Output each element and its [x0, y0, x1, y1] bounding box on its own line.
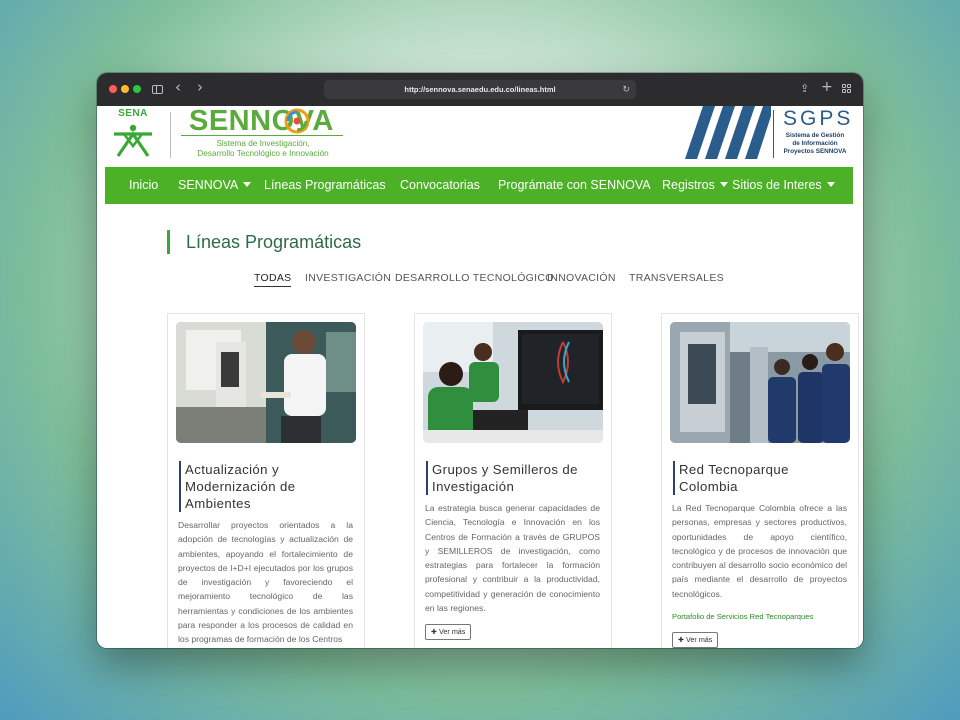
plus-icon: ✚ [678, 635, 687, 644]
new-tab-icon[interactable]: + [821, 80, 833, 94]
nav-item-label: Inicio [129, 178, 159, 192]
sgps-subtitle-line-1: Sistema de Gestión [785, 132, 845, 139]
nav-item-label: SENNOVA [178, 178, 239, 192]
card-title-line-2: Colombia [679, 479, 738, 494]
card-photo-tecnoparque [670, 322, 850, 443]
sena-wordmark: SENA [118, 108, 148, 119]
filter-transversales[interactable]: TRANSVERSALES [629, 272, 724, 284]
filter-todas[interactable]: TODAS [254, 272, 292, 287]
ver-mas-button[interactable]: ✚ Ver más [425, 624, 472, 640]
nav-item-label: Convocatorias [400, 178, 480, 192]
card-actualizacion: Actualización y Modernización de Ambient… [167, 313, 365, 648]
portafolio-link[interactable]: Portafolio de Servicios Red Tecnoparques [672, 612, 813, 621]
card-title-accent [426, 461, 428, 495]
sennova-swirl-icon [284, 108, 310, 134]
ver-mas-label: Ver más [439, 627, 466, 636]
sennova-subtitle-line-2: Desarrollo Tecnológico e Innovación [197, 149, 329, 158]
nav-item-sennova[interactable]: SENNOVA [178, 167, 252, 204]
nav-item-programate[interactable]: Prográmate con SENNOVA [498, 167, 651, 204]
filter-innovacion[interactable]: INNOVACIÓN [547, 272, 616, 284]
caret-down-icon [719, 182, 728, 188]
sidebar-toggle-icon[interactable] [152, 85, 163, 94]
main-navigation: Inicio SENNOVA Líneas Programáticas Conv… [105, 167, 853, 204]
card-description: La estrategia busca generar capacidades … [425, 503, 600, 614]
card-title-line-1: Actualización y [185, 462, 279, 477]
nav-item-label: Registros [662, 178, 715, 192]
students-photo [423, 322, 603, 443]
sennova-subtitle: Sistema de Investigación, Desarrollo Tec… [188, 139, 338, 159]
nav-item-label: Sitios de Interes [732, 178, 822, 192]
zoom-window-button[interactable] [133, 85, 141, 93]
card-title-accent [673, 461, 675, 495]
caret-down-icon [826, 182, 835, 188]
card-grupos-semilleros: Grupos y Semilleros de Investigación La … [414, 313, 612, 648]
share-icon[interactable]: ⇪ [800, 83, 809, 95]
card-red-tecnoparque: Red Tecnoparque Colombia La Red Tecnopar… [661, 313, 859, 648]
nav-item-label: Líneas Programáticas [264, 178, 386, 192]
card-title-line-1: Red Tecnoparque [679, 462, 789, 477]
nav-item-sitios-de-interes[interactable]: Sitios de Interes [732, 167, 835, 204]
sgps-title: SGPS [783, 107, 854, 130]
card-title-line-2: Modernización de [185, 479, 296, 494]
reload-icon[interactable]: ↻ [622, 84, 630, 95]
filter-investigacion[interactable]: INVESTIGACIÓN [305, 272, 391, 284]
header-divider [170, 112, 171, 158]
url-text: http://sennova.senaedu.edu.co/lineas.htm… [404, 85, 556, 94]
card-description: La Red Tecnoparque Colombia ofrece a las… [672, 503, 847, 599]
card-title-line-1: Grupos y Semilleros de [432, 462, 578, 477]
lab-photo [176, 322, 356, 443]
address-bar[interactable]: http://sennova.senaedu.edu.co/lineas.htm… [324, 80, 636, 99]
close-window-button[interactable] [109, 85, 117, 93]
nav-item-label: Prográmate con SENNOVA [498, 178, 651, 192]
plus-icon: ✚ [431, 627, 440, 636]
tab-overview-icon[interactable] [842, 84, 851, 93]
sennova-rule [181, 135, 343, 136]
page-title: Líneas Programáticas [186, 232, 362, 252]
section-title-accent [167, 230, 170, 254]
card-title-line-3: Ambientes [185, 496, 251, 511]
nav-item-lineas-programaticas[interactable]: Líneas Programáticas [264, 167, 386, 204]
sgps-stripes-logo [685, 106, 771, 159]
browser-window: ‹ › http://sennova.senaedu.edu.co/lineas… [97, 73, 863, 648]
back-arrow-icon[interactable]: ‹ [175, 80, 181, 95]
browser-titlebar: ‹ › http://sennova.senaedu.edu.co/lineas… [97, 73, 863, 106]
filter-desarrollo-tecnologico[interactable]: DESARROLLO TECNOLÓGICO [395, 272, 554, 284]
caret-down-icon [243, 182, 252, 188]
forward-arrow-icon[interactable]: › [197, 80, 203, 95]
card-title-line-2: Investigación [432, 479, 515, 494]
nav-item-registros[interactable]: Registros [662, 167, 728, 204]
minimize-window-button[interactable] [121, 85, 129, 93]
card-title: Grupos y Semilleros de Investigación [432, 461, 578, 495]
nav-item-convocatorias[interactable]: Convocatorias [400, 167, 480, 204]
sgps-divider [773, 110, 774, 158]
sennova-subtitle-line-1: Sistema de Investigación, [216, 139, 310, 148]
sgps-subtitle-line-3: Proyectos SENNOVA [783, 148, 847, 155]
card-photo-lab [176, 322, 356, 443]
sena-logo[interactable]: SENA [106, 108, 160, 158]
card-photo-students [423, 322, 603, 443]
card-description: Desarrollar proyectos orientados a la ad… [178, 520, 353, 645]
ver-mas-label: Ver más [686, 635, 713, 644]
card-title: Actualización y Modernización de Ambient… [185, 461, 296, 512]
card-title-accent [179, 461, 181, 512]
sgps-subtitle: Sistema de Gestión de Información Proyec… [781, 132, 849, 156]
sennova-title: SENNOVA [189, 106, 334, 137]
tecnoparque-photo [670, 322, 850, 443]
sgps-subtitle-line-2: de Información [792, 140, 838, 147]
web-page: SENA SENNOVA Sistema de Investigación, D… [97, 106, 863, 648]
nav-item-inicio[interactable]: Inicio [129, 167, 158, 204]
card-title: Red Tecnoparque Colombia [679, 461, 789, 495]
ver-mas-button[interactable]: ✚ Ver más [672, 632, 719, 648]
